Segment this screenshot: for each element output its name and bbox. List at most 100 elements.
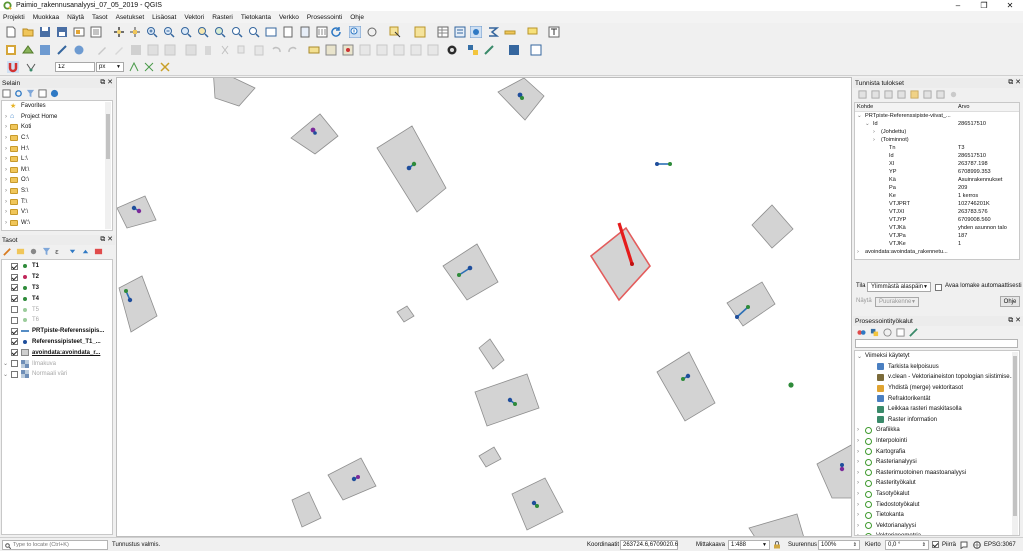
vertex-tool-icon[interactable] [164,44,176,56]
menu-verkko[interactable]: Verkko [279,14,299,21]
attribute-table-icon[interactable] [437,26,449,38]
pan-to-selection-icon[interactable] [129,26,141,38]
layer-item[interactable]: T2 [2,272,112,283]
chevron-right-icon[interactable]: › [2,114,10,120]
view-select[interactable]: Puurakenne ▼ [875,297,919,307]
expand-new-icon[interactable] [884,90,893,99]
add-vector-icon[interactable] [22,44,34,56]
messages-icon[interactable] [960,541,968,549]
add-group-icon[interactable] [16,247,25,256]
toggle-editing-icon[interactable] [113,44,125,56]
algorithm-item[interactable]: v.clean - Vektoriaineiston topologian si… [855,372,1019,383]
identify-result-row[interactable]: Kä Asuinrakennukset [855,176,1019,184]
rotation-field[interactable]: 0,0 ° ⇕ [885,540,929,550]
settings-icon[interactable] [446,44,458,56]
chevron-right-icon[interactable]: › [2,220,10,226]
layer-visibility-checkbox[interactable] [11,316,18,324]
chevron-right-icon[interactable]: › [2,167,10,173]
bookmark-icon[interactable] [282,26,294,38]
refresh-icon[interactable] [14,89,23,98]
chevron-right-icon[interactable]: › [857,438,865,444]
measure-line-icon[interactable] [504,26,516,38]
history-icon[interactable] [883,328,892,337]
chevron-right-icon[interactable]: › [2,177,10,183]
panel-float-close-icon[interactable]: ⧉ ✕ [1008,78,1021,88]
collapse-tree-icon[interactable] [871,90,880,99]
edit-pencil-icon[interactable] [96,44,108,56]
processing-scrollbar[interactable] [1012,352,1018,535]
chevron-right-icon[interactable]: › [857,512,865,518]
copy-icon[interactable] [236,44,248,56]
layer-visibility-checkbox[interactable] [11,295,18,303]
new-project-icon[interactable] [5,26,17,38]
snapping-unit-select[interactable]: px ▼ [96,62,124,72]
close-button[interactable]: ✕ [997,0,1023,11]
chevron-right-icon[interactable]: › [857,523,865,529]
layer-visibility-checkbox[interactable] [11,273,18,281]
locator-input[interactable]: Type to locate (Ctrl+K) [2,540,108,550]
chevron-right-icon[interactable]: › [2,146,10,152]
crs-label[interactable]: EPSG:3067 [984,540,1016,550]
map-canvas[interactable] [116,77,852,537]
layer-visibility-checkbox[interactable] [11,349,18,357]
processing-group[interactable]: › Vektorianalyysi [855,521,1019,532]
zoom-last-icon[interactable] [248,26,260,38]
processing-group[interactable]: › Tasotyökalut [855,489,1019,500]
style-panel-icon[interactable] [3,247,12,256]
browser-item[interactable]: › M:\ [2,165,112,176]
chevron-down-icon[interactable]: ⌄ [3,371,11,378]
identify-result-row[interactable]: ⌄ Id 286517510 [855,120,1019,128]
browser-item[interactable]: › C:\ [2,133,112,144]
processing-group[interactable]: › Rasterityökalut [855,478,1019,489]
show-bookmarks-icon[interactable] [299,26,311,38]
snap-intersection-icon[interactable] [143,61,155,73]
algorithm-item[interactable]: Tarkista kelpoisuus [855,362,1019,373]
scripts-icon[interactable] [870,328,879,337]
expand-all-icon[interactable] [68,247,77,256]
chevron-right-icon[interactable]: › [857,470,865,476]
add-raster-icon[interactable] [39,44,51,56]
layer-visibility-checkbox[interactable] [11,284,18,292]
chevron-right-icon[interactable]: › [2,156,10,162]
filter-expression-icon[interactable]: ε [55,247,64,256]
chevron-down-icon[interactable]: ⌄ [857,113,862,119]
identify-result-row[interactable]: ⌄ PRTpiste-Referenssipiste-viivat_... [855,112,1019,120]
manage-themes-icon[interactable] [29,247,38,256]
move-label-icon[interactable] [376,44,388,56]
snapping-toggle-icon[interactable] [7,61,19,73]
crs-globe-icon[interactable] [973,541,981,549]
measure-icon[interactable] [366,26,378,38]
browser-item[interactable]: › W:\ [2,218,112,229]
processing-group[interactable]: › Tietokanta [855,510,1019,521]
zoom-in-icon[interactable] [146,26,158,38]
save-edits-icon[interactable] [130,44,142,56]
change-label-icon[interactable] [410,44,422,56]
menu-tasot[interactable]: Tasot [92,14,108,21]
statistics-icon[interactable] [487,26,499,38]
menu-tietokanta[interactable]: Tietokanta [241,14,271,21]
chevron-right-icon[interactable]: › [857,491,865,497]
models-icon[interactable] [857,328,866,337]
browser-item[interactable]: › L:\ [2,154,112,165]
layer-item[interactable]: T3 [2,283,112,294]
identify-result-row[interactable]: Pa 209 [855,184,1019,192]
new-map-view-icon[interactable] [265,26,277,38]
snap-to-vertex-icon[interactable] [25,61,37,73]
menu-muokkaa[interactable]: Muokkaa [33,14,59,21]
auto-open-form-checkbox[interactable] [935,284,942,291]
chevron-right-icon[interactable]: › [857,449,865,455]
map-tips-icon[interactable] [527,26,539,38]
toolbox-icon[interactable] [470,26,482,38]
layer-labeling-icon[interactable] [325,44,337,56]
identify-result-row[interactable]: VTJPa 187 [855,232,1019,240]
identify-result-row[interactable]: VTJKe 1 [855,240,1019,248]
identify-result-row[interactable]: Tn T3 [855,144,1019,152]
chevron-right-icon[interactable]: › [857,459,865,465]
pin-labels-icon[interactable] [342,44,354,56]
layer-item[interactable]: avoindata:avoindata_r... [2,347,112,358]
algorithm-item[interactable]: Yhdistä (merge) vektoritasot [855,383,1019,394]
zoom-full-icon[interactable] [180,26,192,38]
python-console-icon[interactable] [467,44,479,56]
undo-icon[interactable] [270,44,282,56]
identify-result-row[interactable]: YP 6708999.353 [855,168,1019,176]
